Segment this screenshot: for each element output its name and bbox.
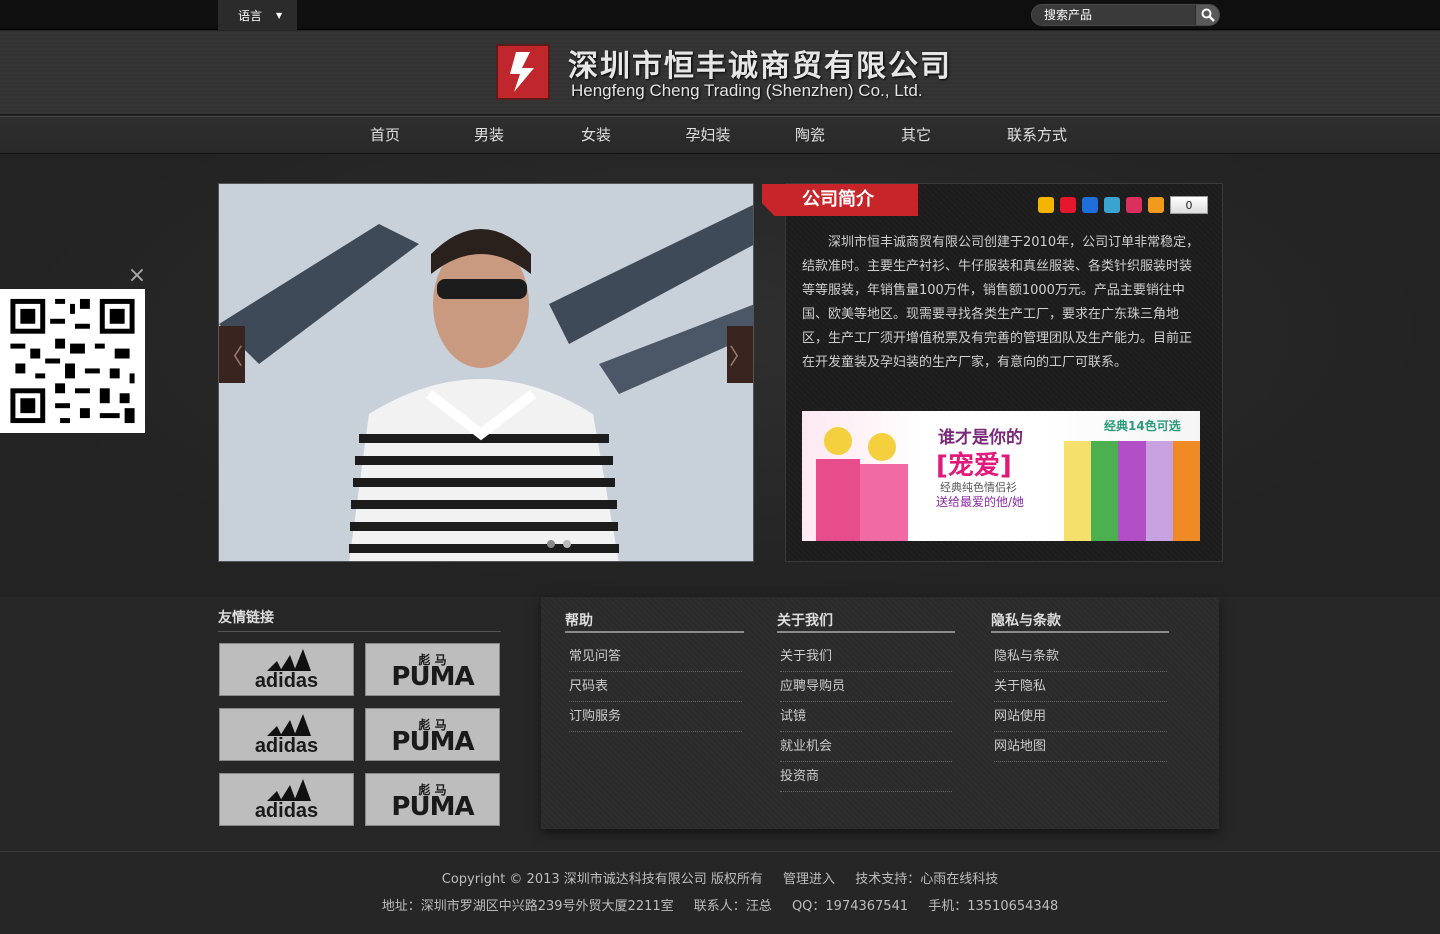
site-header: 深圳市恒丰诚商贸有限公司 Hengfeng Cheng Trading (She… xyxy=(0,31,1440,115)
friend-links-title: 友情链接 xyxy=(218,610,274,626)
banner-shirts-image xyxy=(1064,441,1200,541)
company-name-cn: 深圳市恒丰诚商贸有限公司 xyxy=(568,49,952,84)
company-logo[interactable] xyxy=(496,44,550,100)
site-footer xyxy=(0,851,1440,934)
banner-line-4: 送给最爱的他/她 xyxy=(936,495,1025,509)
tencent-weibo-share-icon[interactable] xyxy=(1104,197,1120,213)
banner-couple-image xyxy=(816,427,908,541)
brand-word: adidas xyxy=(254,734,319,757)
about-title-line xyxy=(777,631,955,633)
about-link[interactable]: 就业机会 xyxy=(780,732,952,762)
friend-links-divider xyxy=(218,631,501,632)
slider-prev-button[interactable]: 〈 xyxy=(219,326,245,383)
more-share-icon[interactable] xyxy=(1148,197,1164,213)
adidas-logo-icon xyxy=(266,648,311,671)
qr-code-icon xyxy=(0,289,145,433)
image-slider: 〈 〉 xyxy=(218,183,754,562)
privacy-title-line xyxy=(991,631,1169,633)
tech-support-text: 技术支持：心雨在线科技 xyxy=(855,872,999,887)
brand-link-adidas[interactable]: adidas xyxy=(219,643,354,696)
help-link[interactable]: 尺码表 xyxy=(569,672,742,702)
about-link[interactable]: 投资商 xyxy=(780,762,952,792)
copyright-text: Copyright © 2013 深圳市诚达科技有限公司 版权所有 xyxy=(441,872,763,887)
brand-word: PUMA xyxy=(391,661,474,692)
qr-close-icon[interactable]: × xyxy=(127,265,147,287)
help-title-line xyxy=(565,631,744,633)
nav-item-contact[interactable]: 联系方式 xyxy=(996,117,1078,153)
company-intro-text: 深圳市恒丰诚商贸有限公司创建于2010年，公司订单非常稳定，结款准时。主要生产衬… xyxy=(802,235,1200,370)
adidas-logo-icon xyxy=(266,778,311,801)
footer-line-2: 地址：深圳市罗湖区中兴路239号外贸大厦2211室 联系人：汪总 QQ：1974… xyxy=(0,895,1440,914)
brand-link-adidas[interactable]: adidas xyxy=(219,773,354,826)
qr-code-widget xyxy=(0,289,145,433)
qq-text: QQ：1974367541 xyxy=(791,899,909,914)
logo-mark-icon xyxy=(510,52,534,92)
language-label: 语言 xyxy=(238,8,263,23)
privacy-link[interactable]: 隐私与条款 xyxy=(994,642,1167,672)
search-box xyxy=(1031,4,1220,26)
promo-banner[interactable]: 谁才是你的 [宠爱] 经典纯色情侣衫 送给最爱的他/她 经典14色可选 xyxy=(802,411,1200,541)
language-selector[interactable]: 语言 ▼ xyxy=(218,0,297,30)
brand-word: PUMA xyxy=(391,726,474,757)
nav-item-ceramics[interactable]: 陶瓷 xyxy=(783,117,837,153)
brand-link-puma[interactable]: 彪 马 PUMA xyxy=(365,708,500,761)
nav-item-womenswear[interactable]: 女装 xyxy=(569,117,623,153)
search-button[interactable] xyxy=(1195,5,1219,25)
banner-line-5: 经典14色可选 xyxy=(1104,419,1181,433)
search-input[interactable] xyxy=(1032,5,1196,25)
intro-tab-title: 公司简介 xyxy=(762,184,918,216)
footer-line-1: Copyright © 2013 深圳市诚达科技有限公司 版权所有 管理进入 技… xyxy=(0,868,1440,887)
brand-word: adidas xyxy=(254,799,319,822)
banner-line-2: [宠爱] xyxy=(936,451,1012,481)
search-icon xyxy=(1201,8,1215,22)
share-bar: 0 xyxy=(1038,196,1208,214)
about-link[interactable]: 应聘导购员 xyxy=(780,672,952,702)
privacy-link[interactable]: 关于隐私 xyxy=(994,672,1167,702)
brand-word: PUMA xyxy=(391,791,474,822)
help-title: 帮助 xyxy=(565,613,593,629)
slider-dot[interactable] xyxy=(547,540,555,548)
kaixin-share-icon[interactable] xyxy=(1126,197,1142,213)
brand-link-adidas[interactable]: adidas xyxy=(219,708,354,761)
nav-item-menswear[interactable]: 男装 xyxy=(462,117,516,153)
privacy-link[interactable]: 网站使用 xyxy=(994,702,1167,732)
mobile-text: 手机：13510654348 xyxy=(928,899,1059,914)
contact-person-text: 联系人：汪总 xyxy=(693,899,772,914)
adidas-logo-icon xyxy=(266,713,311,736)
about-link[interactable]: 关于我们 xyxy=(780,642,952,672)
brand-word: adidas xyxy=(254,669,319,692)
share-count: 0 xyxy=(1170,196,1208,214)
brand-link-puma[interactable]: 彪 马 PUMA xyxy=(365,773,500,826)
slider-photo xyxy=(219,184,753,561)
about-link[interactable]: 试镜 xyxy=(780,702,952,732)
help-link[interactable]: 订购服务 xyxy=(569,702,742,732)
caret-down-icon: ▼ xyxy=(276,10,283,20)
privacy-title: 隐私与条款 xyxy=(991,613,1061,629)
address-text: 地址：深圳市罗湖区中兴路239号外贸大厦2211室 xyxy=(381,899,674,914)
renren-share-icon[interactable] xyxy=(1082,197,1098,213)
help-link[interactable]: 常见问答 xyxy=(569,642,742,672)
nav-item-maternity[interactable]: 孕妇装 xyxy=(676,117,740,153)
top-bar xyxy=(0,0,1440,30)
brand-link-puma[interactable]: 彪 马 PUMA xyxy=(365,643,500,696)
slider-dots xyxy=(547,540,571,548)
admin-link[interactable]: 管理进入 xyxy=(783,872,835,887)
weibo-share-icon[interactable] xyxy=(1060,197,1076,213)
slider-next-button[interactable]: 〉 xyxy=(727,326,753,383)
main-nav: 首页 男装 女装 孕妇装 陶瓷 其它 联系方式 xyxy=(0,116,1440,154)
company-name-en: Hengfeng Cheng Trading (Shenzhen) Co., L… xyxy=(571,81,923,100)
qzone-share-icon[interactable] xyxy=(1038,197,1054,213)
slider-dot[interactable] xyxy=(563,540,571,548)
nav-item-others[interactable]: 其它 xyxy=(889,117,943,153)
nav-item-home[interactable]: 首页 xyxy=(358,117,412,153)
privacy-link[interactable]: 网站地图 xyxy=(994,732,1167,762)
about-title: 关于我们 xyxy=(777,613,833,629)
